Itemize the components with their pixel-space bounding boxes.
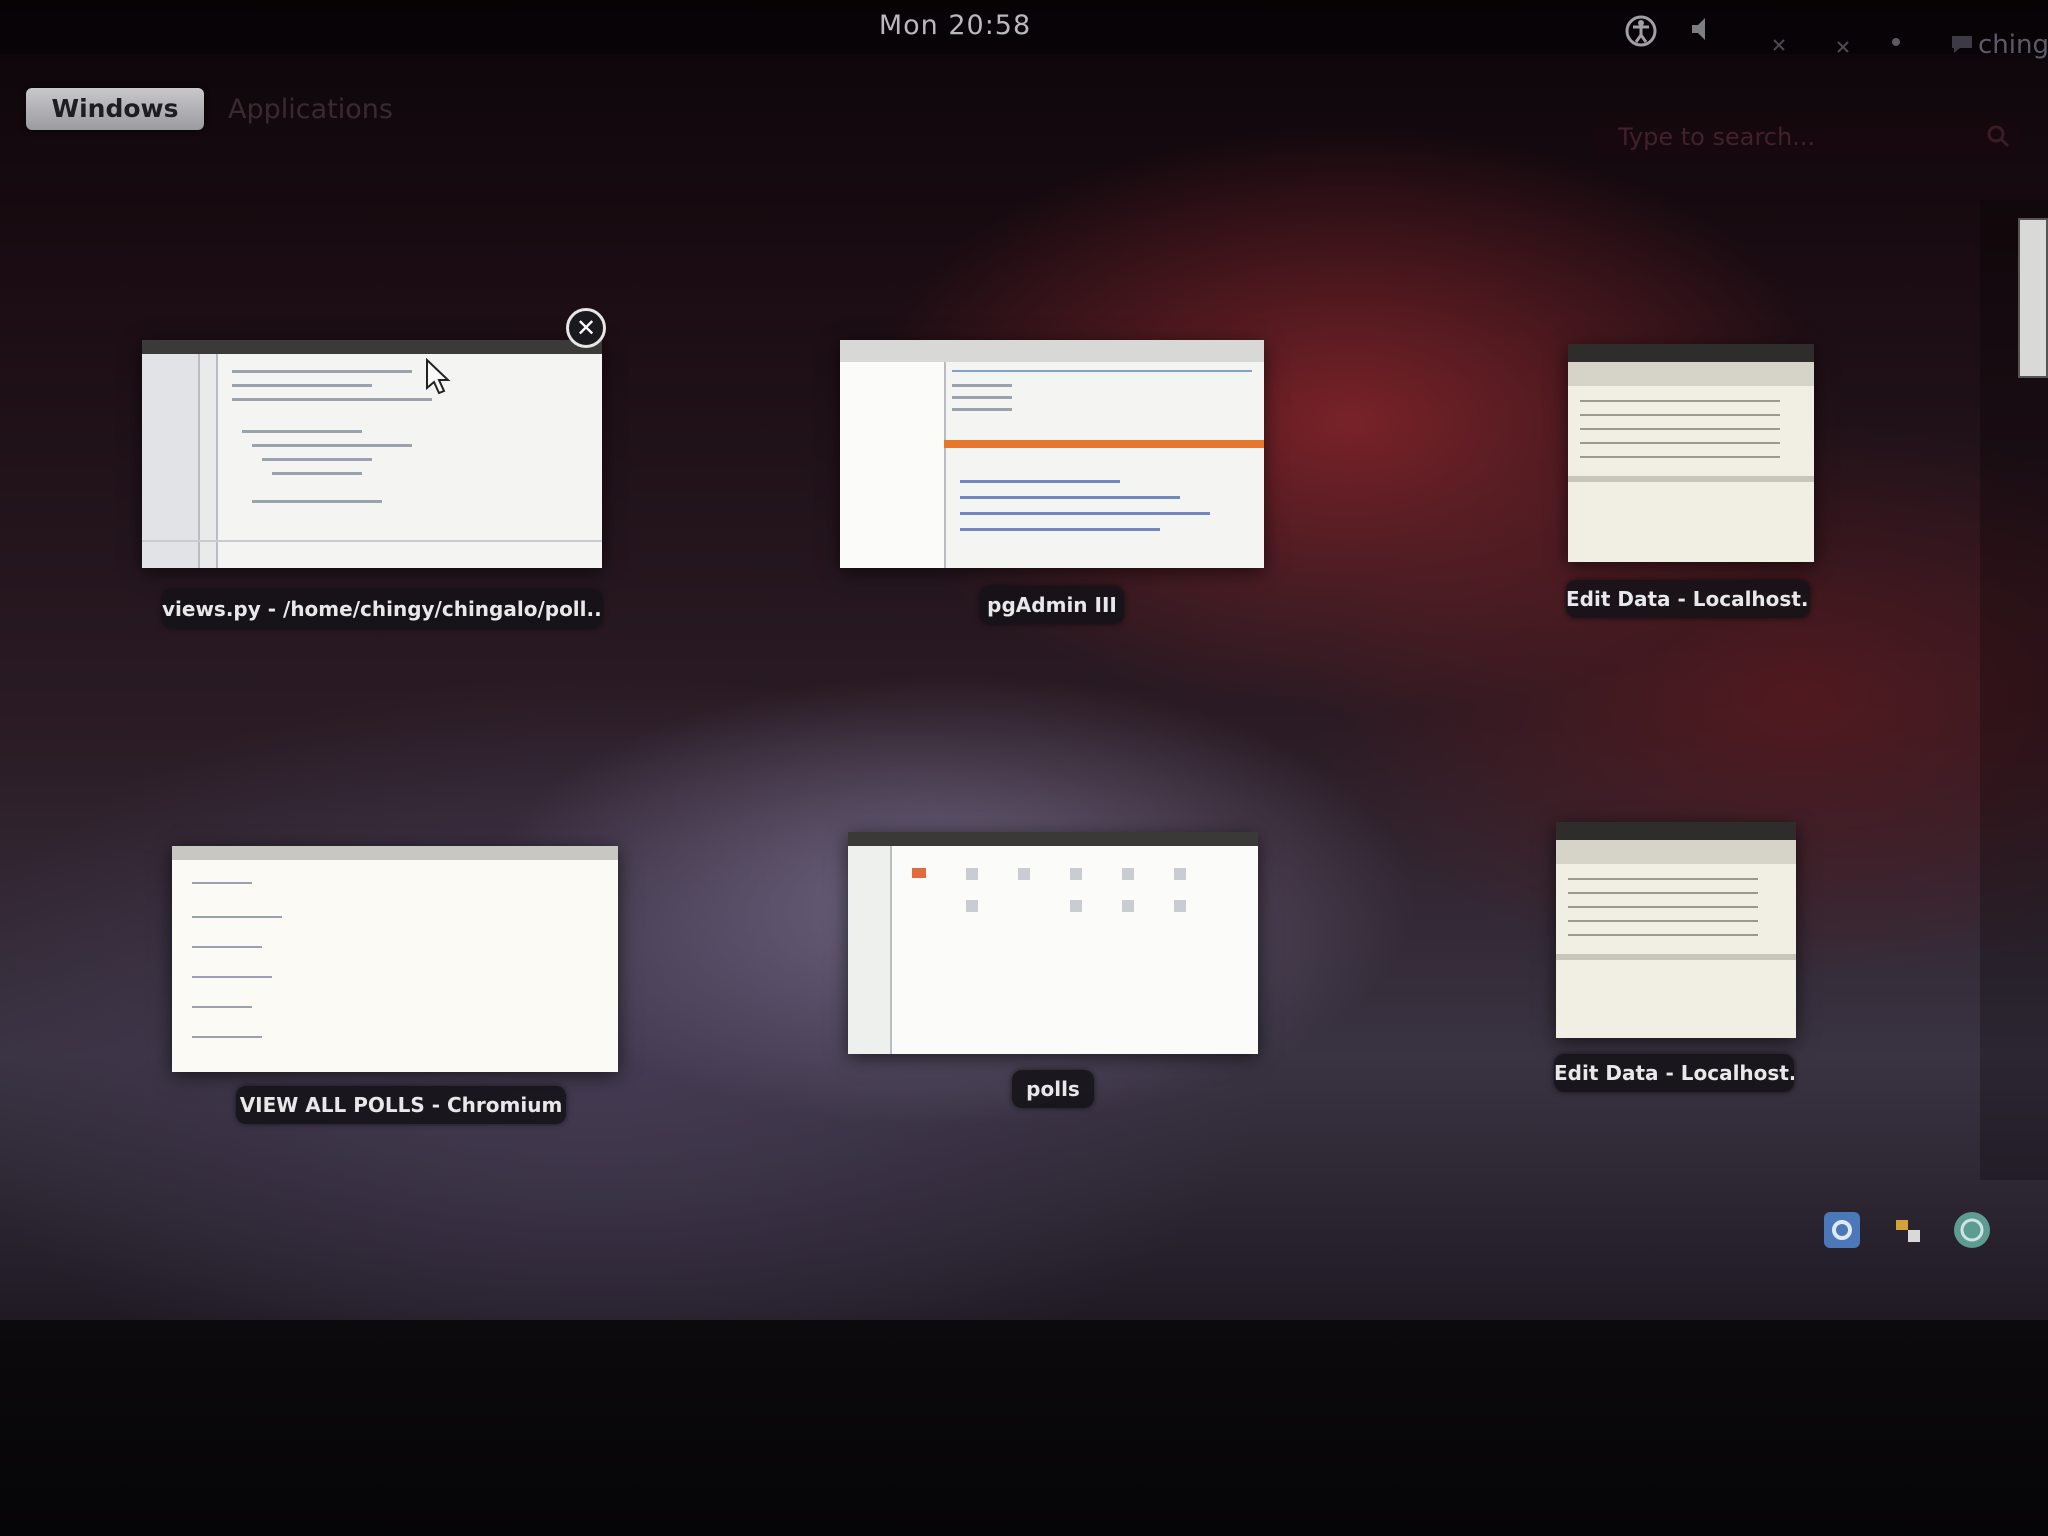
file-icon [1122,868,1134,880]
file-icon [1174,900,1186,912]
page-text [192,976,272,978]
battery-icon[interactable] [1890,36,1902,70]
scratch-pad-divider [1556,954,1796,960]
window-thumbnail-edit-data[interactable] [1568,344,1814,562]
window-sidebar [142,354,200,568]
search-icon [1986,124,2010,152]
line-gutter [200,354,218,568]
code-line [252,500,382,503]
window-caption[interactable]: Edit Data - Localhost... [1566,580,1810,618]
gnome-overview-screen: Mon 20:58 ching Windows Applications Typ… [0,0,2048,1320]
page-text [192,946,262,948]
search-input[interactable] [1616,116,1960,158]
grid-row [1580,414,1780,416]
search-box[interactable] [1590,116,2020,158]
code-line [252,444,412,447]
property-row [952,384,1012,387]
mouse-pointer-icon [425,357,451,400]
network-notification-icon[interactable] [1890,1212,1926,1248]
object-browser [840,362,946,568]
laptop-bezel [0,1320,2048,1536]
code-line [242,430,362,433]
data-toolbar [1556,840,1796,864]
file-icon [966,900,978,912]
places-sidebar [848,846,892,1054]
update-notification-icon[interactable] [1954,1212,1990,1248]
code-line [232,384,372,387]
top-panel: Mon 20:58 ching [0,0,2048,60]
sql-line [960,496,1180,499]
workspace-thumbnail[interactable] [2018,218,2048,378]
clock[interactable]: Mon 20:58 [860,10,1050,41]
scratch-pad-divider [1568,476,1814,482]
code-line [262,458,372,461]
file-icon [1018,868,1030,880]
grid-row [1568,892,1758,894]
file-icon [1174,868,1186,880]
window-caption[interactable]: VIEW ALL POLLS - Chromium [236,1086,566,1124]
grid-row [1580,428,1780,430]
grid-row [1568,878,1758,880]
grid-row [1568,906,1758,908]
window-toolbar [848,832,1258,846]
page-text [192,916,282,918]
grid-row [1580,400,1780,402]
chat-icon[interactable] [1950,32,1974,66]
grid-row [1568,920,1758,922]
window-thumbnail-edit-data[interactable] [1556,822,1796,1038]
window-thumbnail-chromium[interactable] [172,846,618,1072]
volume-icon[interactable] [1690,14,1716,48]
grid-row [1568,934,1758,936]
code-line [232,398,432,401]
file-icon [966,868,978,880]
folder-icon [912,868,926,878]
window-toolbar [142,340,602,354]
sql-pane-header [944,440,1264,448]
window-toolbar [840,340,1264,362]
window-caption[interactable]: Edit Data - Localhost... [1554,1054,1794,1092]
page-text [192,882,252,884]
property-row [952,396,1012,399]
file-icon [1070,900,1082,912]
code-line [272,472,362,475]
close-icon: ✕ [575,314,597,342]
data-toolbar [1568,362,1814,386]
window-thumbnail-file-manager[interactable] [848,832,1258,1054]
window-toolbar [1556,822,1796,840]
page-text [192,1006,252,1008]
property-row [952,408,1012,411]
window-toolbar [1568,344,1814,362]
accessibility-icon[interactable] [1624,14,1658,48]
properties-header [952,370,1252,372]
close-window-button[interactable]: ✕ [566,308,606,348]
tab-windows[interactable]: Windows [26,88,204,130]
network-icon[interactable] [1772,38,1786,72]
settings-notification-icon[interactable] [1824,1212,1860,1248]
panel-divider [142,540,602,542]
sql-line [960,528,1160,531]
window-caption[interactable]: pgAdmin III [980,586,1124,624]
grid-row [1580,456,1780,458]
window-caption[interactable]: views.py - /home/chingy/chingalo/poll... [162,590,602,628]
window-thumbnail-pgadmin[interactable] [840,340,1264,568]
code-line [232,370,412,373]
tab-applications[interactable]: Applications [228,94,428,126]
page-text [192,1036,262,1038]
window-thumbnail-editor[interactable] [142,340,602,568]
user-menu[interactable]: ching [1978,30,2048,60]
sql-line [960,480,1120,483]
window-caption[interactable]: polls [1012,1070,1094,1108]
file-icon [1122,900,1134,912]
grid-row [1580,442,1780,444]
sql-line [960,512,1210,515]
browser-toolbar [172,846,618,860]
bluetooth-icon[interactable] [1836,40,1850,74]
file-icon [1070,868,1082,880]
